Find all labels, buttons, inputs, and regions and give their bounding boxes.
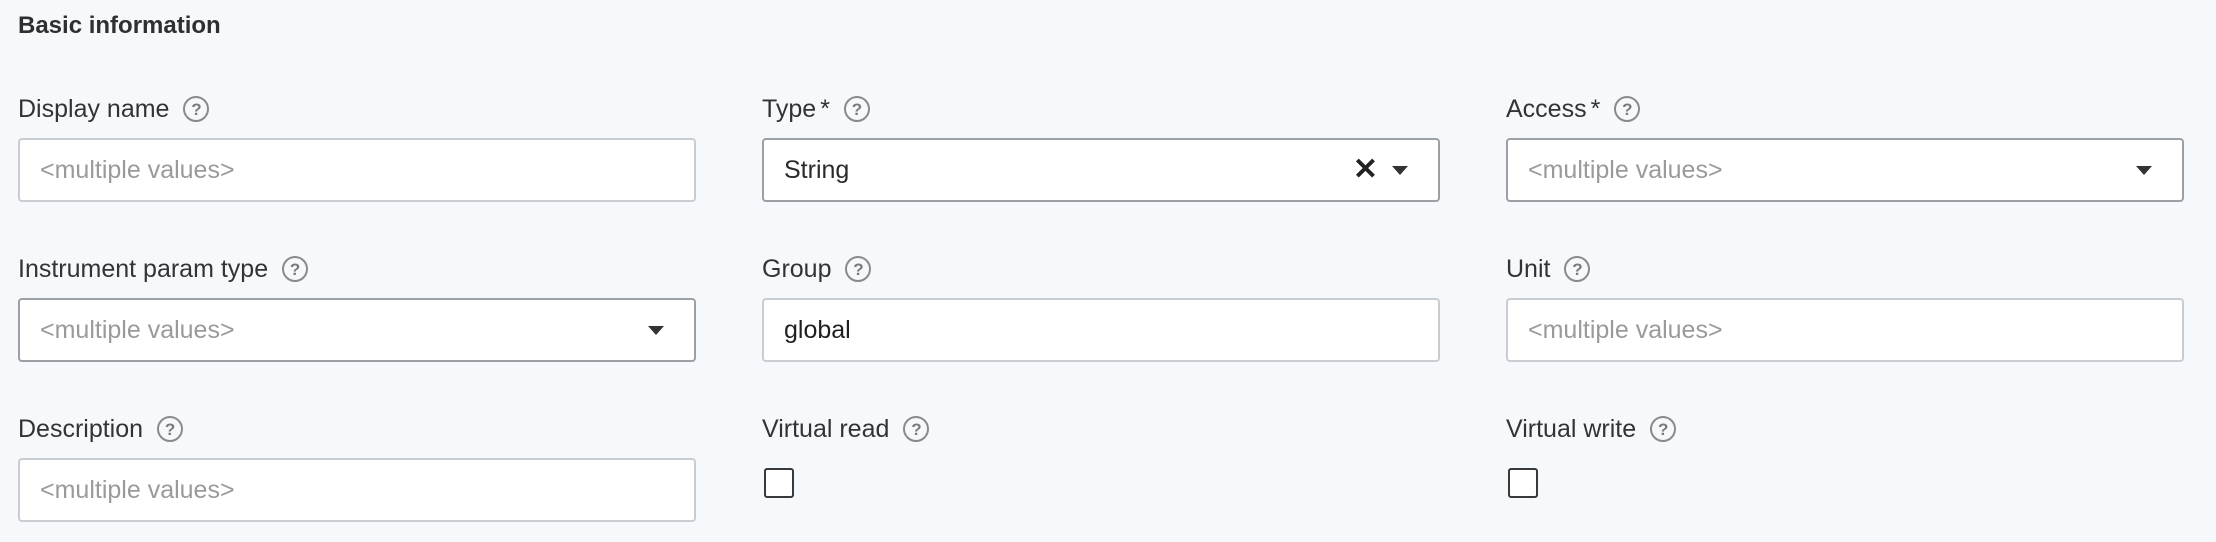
group-field: Group ? — [762, 252, 1440, 362]
help-icon[interactable]: ? — [1614, 96, 1641, 122]
help-icon[interactable]: ? — [1564, 256, 1591, 282]
help-icon[interactable]: ? — [1650, 416, 1677, 442]
help-icon[interactable]: ? — [843, 96, 870, 122]
type-label-row: Type * ? — [762, 92, 1440, 126]
virtual-read-label-row: Virtual read ? — [762, 412, 1440, 446]
display-name-field: Display name ? — [18, 92, 696, 202]
access-select[interactable]: <multiple values> — [1506, 138, 2184, 202]
display-name-label-row: Display name ? — [18, 92, 696, 126]
group-label: Group — [762, 255, 832, 283]
virtual-write-label-row: Virtual write ? — [1506, 412, 2184, 446]
access-label-row: Access * ? — [1506, 92, 2184, 126]
description-label: Description — [18, 415, 144, 443]
group-label-row: Group ? — [762, 252, 1440, 286]
description-label-row: Description ? — [18, 412, 696, 446]
virtual-read-checkbox[interactable] — [764, 468, 794, 498]
required-asterisk: * — [820, 95, 830, 123]
instrument-param-type-select[interactable]: <multiple values> — [18, 298, 696, 362]
virtual-read-field: Virtual read ? — [762, 412, 1440, 498]
group-input[interactable] — [762, 298, 1440, 362]
help-icon[interactable]: ? — [903, 416, 930, 442]
type-select[interactable]: String ✕ — [762, 138, 1440, 202]
display-name-input[interactable] — [18, 138, 696, 202]
virtual-write-label: Virtual write — [1506, 415, 1637, 443]
virtual-write-field: Virtual write ? — [1506, 412, 2184, 498]
instrument-param-type-field: Instrument param type ? <multiple values… — [18, 252, 696, 362]
virtual-write-checkbox[interactable] — [1508, 468, 1538, 498]
unit-field: Unit ? — [1506, 252, 2184, 362]
unit-label: Unit — [1506, 255, 1551, 283]
help-icon[interactable]: ? — [183, 96, 210, 122]
unit-label-row: Unit ? — [1506, 252, 2184, 286]
access-field: Access * ? <multiple values> — [1506, 92, 2184, 202]
chevron-down-icon[interactable] — [2136, 165, 2152, 175]
required-asterisk: * — [1590, 95, 1601, 123]
unit-input[interactable] — [1506, 298, 2184, 362]
display-name-label: Display name — [18, 95, 170, 123]
description-input[interactable] — [18, 458, 696, 522]
type-field: Type * ? String ✕ — [762, 92, 1440, 202]
clear-icon[interactable]: ✕ — [1353, 155, 1378, 185]
instrument-param-type-label: Instrument param type — [18, 255, 269, 283]
help-icon[interactable]: ? — [157, 416, 184, 442]
help-icon[interactable]: ? — [845, 256, 872, 282]
type-select-value: String — [784, 155, 850, 184]
access-label: Access — [1506, 95, 1587, 123]
description-field: Description ? — [18, 412, 696, 522]
chevron-down-icon[interactable] — [648, 325, 664, 335]
help-icon[interactable]: ? — [282, 256, 309, 282]
access-select-placeholder: <multiple values> — [1528, 155, 1723, 184]
chevron-down-icon[interactable] — [1392, 165, 1408, 175]
section-title: Basic information — [18, 12, 221, 39]
virtual-read-label: Virtual read — [762, 415, 890, 443]
instrument-param-type-label-row: Instrument param type ? — [18, 252, 696, 286]
type-label: Type — [762, 95, 817, 123]
instrument-param-type-placeholder: <multiple values> — [40, 315, 235, 344]
